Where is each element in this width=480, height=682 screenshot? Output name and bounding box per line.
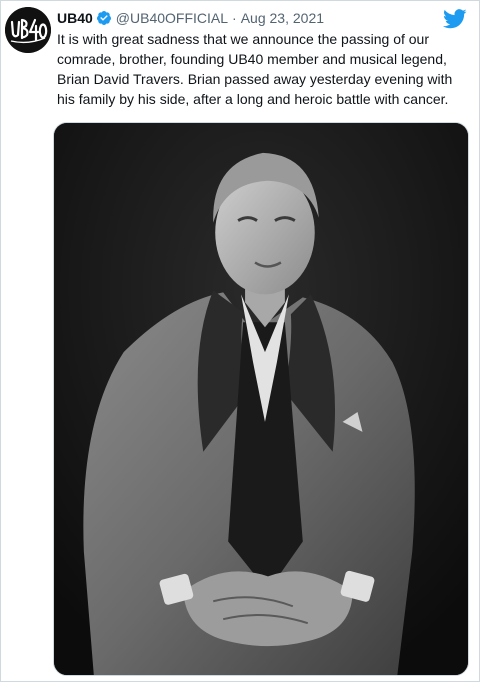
tweet-card: UB40 @UB40OFFICIAL · Aug 23, 2021 It is … (0, 0, 480, 682)
twitter-bird-icon[interactable] (443, 9, 467, 29)
verified-badge-icon (96, 10, 112, 26)
portrait-photo (54, 123, 468, 675)
tweet-date[interactable]: Aug 23, 2021 (241, 8, 324, 28)
display-name[interactable]: UB40 (57, 8, 93, 28)
header-separator: · (232, 10, 237, 26)
ub40-logo-icon (5, 7, 51, 53)
tweet-header: UB40 @UB40OFFICIAL · Aug 23, 2021 (57, 8, 324, 28)
tweet-photo[interactable] (53, 122, 469, 676)
avatar[interactable] (5, 7, 51, 53)
tweet-text: It is with great sadness that we announc… (57, 31, 453, 107)
user-handle[interactable]: @UB40OFFICIAL (116, 8, 228, 28)
